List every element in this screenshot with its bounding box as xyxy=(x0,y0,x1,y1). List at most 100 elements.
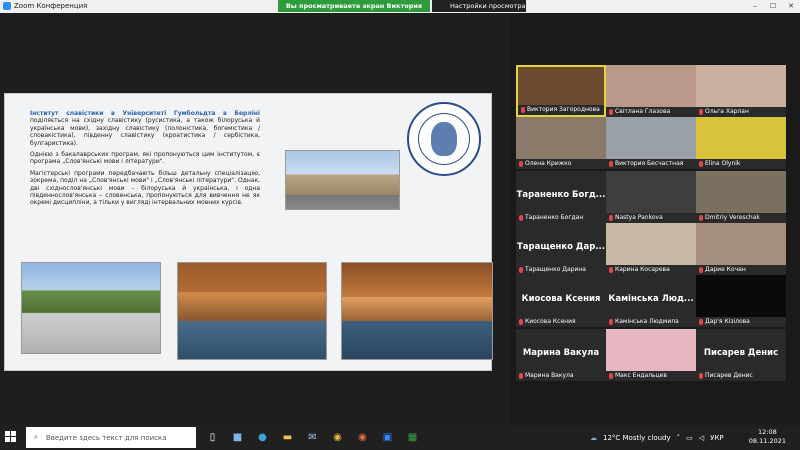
excel-icon[interactable]: ▦ xyxy=(400,425,425,450)
task-view-icon[interactable]: ▯ xyxy=(200,425,225,450)
shared-screen: Інститут славістики в Університеті Гумбо… xyxy=(0,13,510,425)
participant-video xyxy=(606,117,696,159)
zoom-icon xyxy=(3,2,11,10)
participant-tile[interactable]: Дарие Кочан xyxy=(696,223,786,275)
taskbar: ⌕ Введите здесь текст для поиска ▯ ■ ● ▬… xyxy=(0,425,800,450)
participant-name-label: Тараненко Богдан xyxy=(519,214,583,221)
muted-mic-icon xyxy=(699,266,703,273)
clock[interactable]: 12:08 08.11.2021 xyxy=(749,428,786,446)
participant-video xyxy=(696,117,786,159)
participant-tile[interactable]: Макс Ендальцев xyxy=(606,329,696,381)
participant-name: Марина Вакула xyxy=(525,372,574,379)
participant-tile[interactable]: Дар'я Кізілова xyxy=(696,275,786,327)
participant-tile[interactable]: Dmitriy Vereschak xyxy=(696,171,786,223)
participant-video xyxy=(696,275,786,317)
participant-name: Dmitriy Vereschak xyxy=(705,214,760,221)
participant-name-label: Виктория Загороднова xyxy=(521,106,600,113)
participant-tile[interactable]: Карина Косарева xyxy=(606,223,696,275)
seal-portrait xyxy=(431,122,457,156)
participant-name-label: Ольга Харлан xyxy=(699,108,749,115)
participant-tile[interactable]: Виктория Загороднова xyxy=(516,65,606,117)
muted-mic-icon xyxy=(609,108,613,115)
participant-tile[interactable]: Elina Olynik xyxy=(696,117,786,169)
muted-mic-icon xyxy=(519,266,523,273)
participant-tile[interactable]: Олена Крижко xyxy=(516,117,606,169)
minimize-button[interactable]: – xyxy=(746,0,764,13)
participant-video xyxy=(696,171,786,213)
participant-tile[interactable]: Світлана Глазова xyxy=(606,65,696,117)
slide-paragraph-3: Магістерські програми передбачають більш… xyxy=(30,169,260,207)
muted-mic-icon xyxy=(699,318,703,325)
library-photo-2 xyxy=(341,262,493,360)
title-bar: Zoom Конференция Вы просматриваете экран… xyxy=(0,0,800,22)
edge-icon[interactable]: ● xyxy=(250,425,275,450)
clock-date: 08.11.2021 xyxy=(748,437,786,445)
participant-tile[interactable]: Писарев Денис Писарев Денис xyxy=(696,329,786,381)
maximize-button[interactable]: ☐ xyxy=(764,0,782,13)
file-explorer-icon[interactable]: ▬ xyxy=(275,425,300,450)
volume-icon[interactable]: ◁ xyxy=(699,434,704,442)
taskbar-search-input[interactable]: ⌕ Введите здесь текст для поиска xyxy=(26,427,196,448)
participant-tile[interactable]: Ольга Харлан xyxy=(696,65,786,117)
participant-display-name: Таращенко Дар... xyxy=(516,242,606,252)
participant-tile[interactable]: Таращенко Дар... Таращенко Дарина xyxy=(516,223,606,275)
close-button[interactable]: ✕ xyxy=(782,0,800,13)
clock-time: 12:08 xyxy=(758,428,777,436)
participant-name: Тараненко Богдан xyxy=(525,214,584,221)
participant-name: Камінська Людмила xyxy=(615,318,679,325)
system-tray: ☁ 12°C Mostly cloudy ˄ ▭ ◁ УКР xyxy=(590,425,724,450)
zoom-taskbar-icon[interactable]: ▣ xyxy=(375,425,400,450)
participant-name: Nastya Pankova xyxy=(615,214,663,221)
chrome-icon-2[interactable]: ◉ xyxy=(350,425,375,450)
muted-mic-icon xyxy=(519,160,523,167)
window-title: Zoom Конференция xyxy=(14,2,88,10)
muted-mic-icon xyxy=(609,266,613,273)
weather-text[interactable]: 12°C Mostly cloudy xyxy=(603,434,671,442)
monument-photo xyxy=(21,262,161,354)
network-icon[interactable]: ▭ xyxy=(686,434,693,442)
slide-heading: Інститут славістики в Університеті Гумбо… xyxy=(30,110,260,117)
participant-name: Виктория Бесчастная xyxy=(615,160,684,167)
library-photo-1 xyxy=(177,262,327,360)
participant-name: Олена Крижко xyxy=(525,160,572,167)
participant-tile[interactable]: Тараненко Богд... Тараненко Богдан xyxy=(516,171,606,223)
participant-name: Виктория Загороднова xyxy=(527,106,600,113)
participant-name: Світлана Глазова xyxy=(615,108,671,115)
participant-name-label: Писарев Денис xyxy=(699,372,753,379)
participant-name-label: Dmitriy Vereschak xyxy=(699,214,760,221)
participant-video xyxy=(696,223,786,265)
store-icon[interactable]: ■ xyxy=(225,425,250,450)
view-options-button[interactable]: Настройки просмотра xyxy=(432,0,526,12)
participant-name: Elina Olynik xyxy=(705,160,741,167)
participant-name-label: Світлана Глазова xyxy=(609,108,670,115)
slide-text: Інститут славістики в Університеті Гумбо… xyxy=(30,110,260,211)
muted-mic-icon xyxy=(521,106,525,113)
language-indicator[interactable]: УКР xyxy=(710,434,723,442)
participant-name-label: Elina Olynik xyxy=(699,160,740,167)
chrome-icon[interactable]: ◉ xyxy=(325,425,350,450)
participant-name-label: Киосова Ксения xyxy=(519,318,576,325)
participant-tile[interactable]: Киосова Ксения Киосова Ксения xyxy=(516,275,606,327)
participant-tile[interactable]: Марина Вакула Марина Вакула xyxy=(516,329,606,381)
participant-name: Ольга Харлан xyxy=(705,108,749,115)
mail-icon[interactable]: ✉ xyxy=(300,425,325,450)
participant-tile[interactable]: Nastya Pankova xyxy=(606,171,696,223)
slide-paragraph-2: Однією з бакалаврських програм, які проп… xyxy=(30,151,260,166)
tray-arrow-icon[interactable]: ˄ xyxy=(677,434,681,442)
muted-mic-icon xyxy=(609,214,613,221)
windows-start-icon[interactable] xyxy=(5,431,17,443)
participant-name: Макс Ендальцев xyxy=(615,372,667,379)
participant-display-name: Киосова Ксения xyxy=(521,294,601,304)
participant-name: Киосова Ксения xyxy=(525,318,576,325)
participant-name-label: Nastya Pankova xyxy=(609,214,663,221)
participant-name: Таращенко Дарина xyxy=(525,266,586,273)
participant-name-label: Дарие Кочан xyxy=(699,266,746,273)
muted-mic-icon xyxy=(609,318,613,325)
participants-gallery: Виктория Загороднова Світлана Глазова Ольг… xyxy=(510,13,800,425)
participant-tile[interactable]: Виктория Бесчастная xyxy=(606,117,696,169)
app-title: Zoom Конференция xyxy=(3,2,87,10)
participant-tile[interactable]: Камінська Люд... Камінська Людмила xyxy=(606,275,696,327)
participant-name: Карина Косарева xyxy=(615,266,670,273)
participant-display-name: Камінська Люд... xyxy=(608,294,694,304)
participant-display-name: Писарев Денис xyxy=(703,348,779,358)
